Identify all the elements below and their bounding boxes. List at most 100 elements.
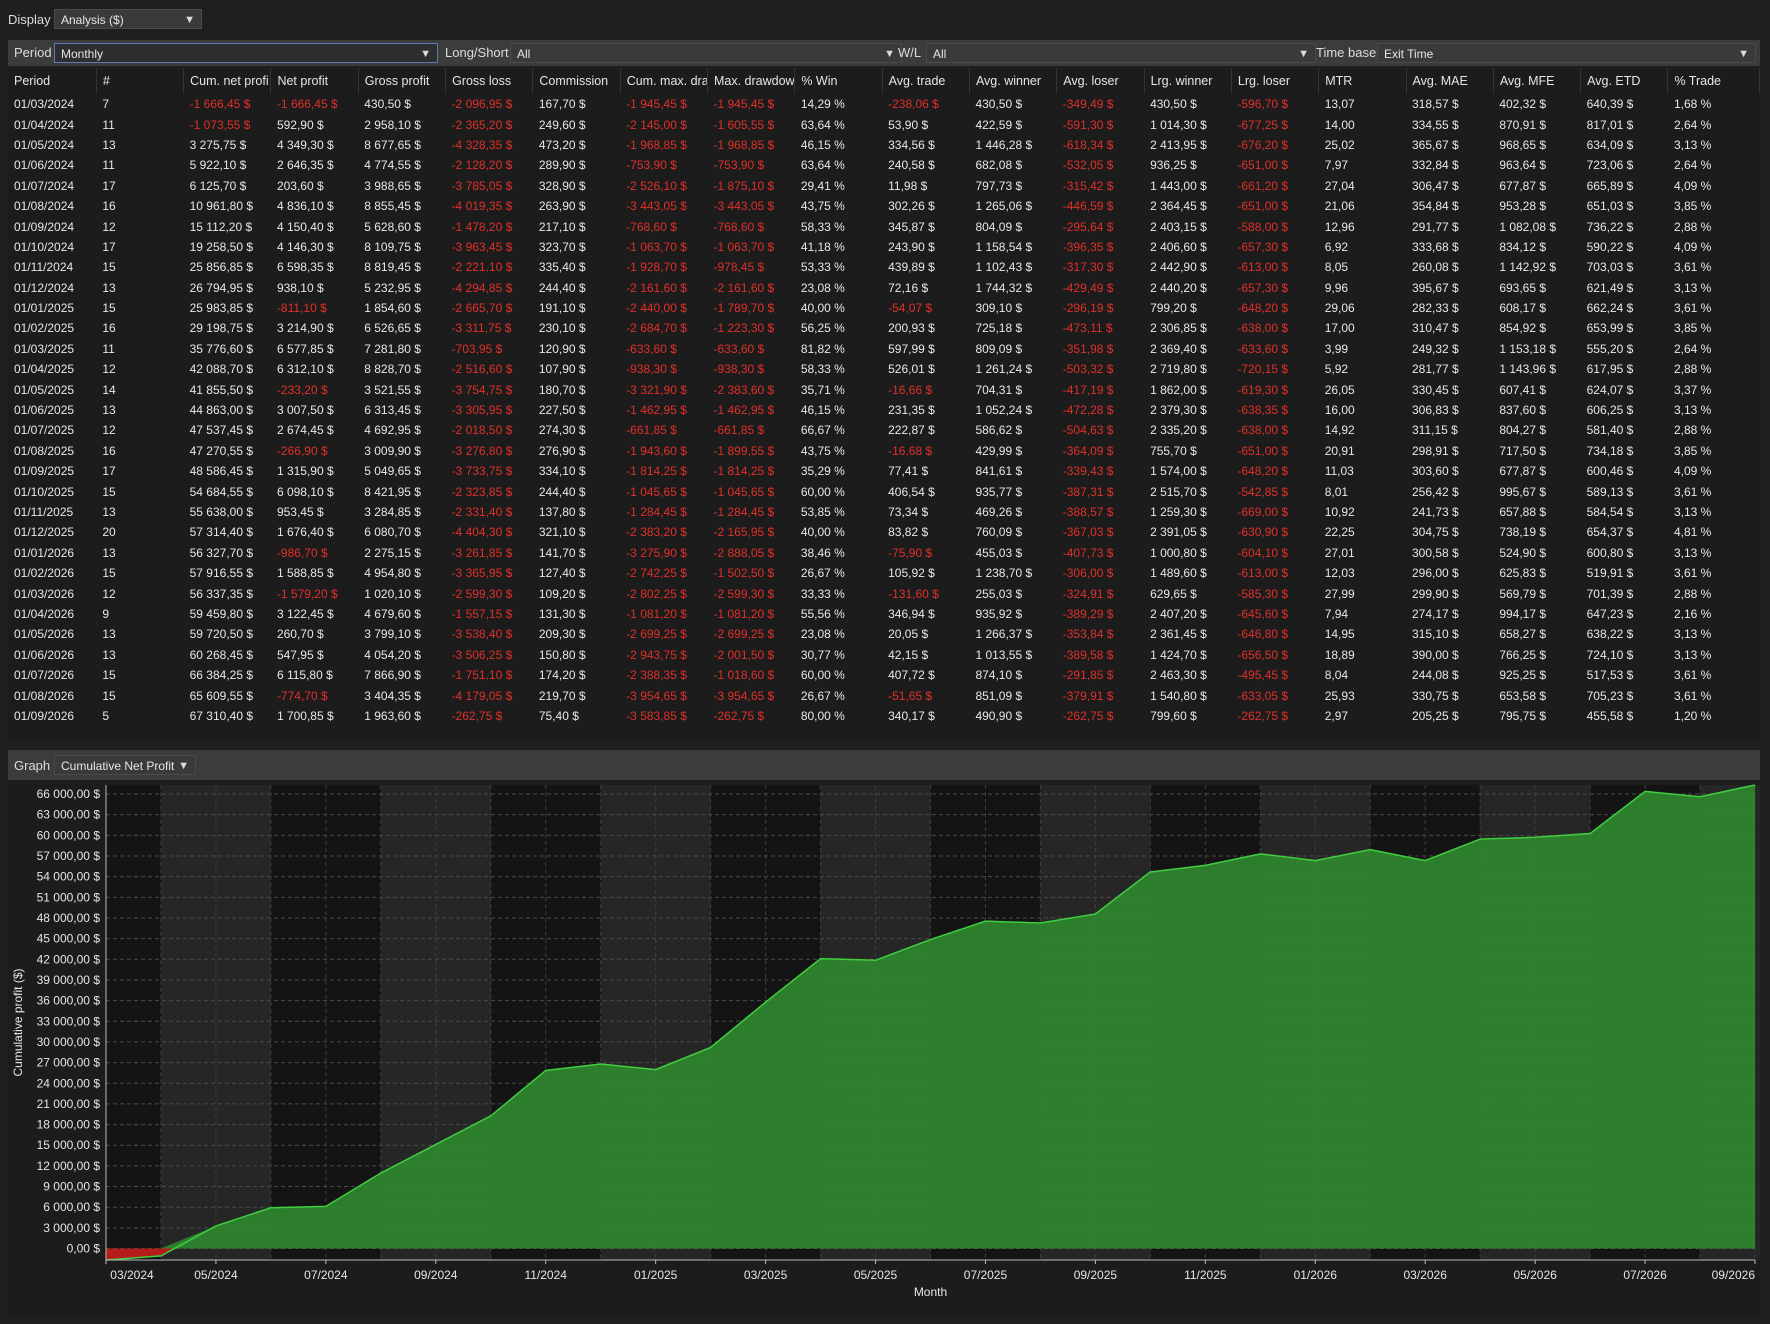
table-row[interactable]: 01/10/2024 17 19 258,50 $ 4 146,30 $ 8 109,7… bbox=[8, 237, 1760, 257]
table-cell: 6 080,70 $ bbox=[364, 525, 421, 540]
graph-type-dropdown[interactable]: Cumulative Net Profit ▼ bbox=[54, 755, 196, 775]
table-cell: 274,30 $ bbox=[538, 423, 586, 438]
table-cell: 9,96 bbox=[1324, 280, 1349, 295]
table-cell: -657,30 $ bbox=[1237, 239, 1289, 254]
table-cell: 243,90 $ bbox=[888, 239, 935, 254]
table-row[interactable]: 01/07/2025 12 47 537,45 $ 2 674,45 $ 4 692,9… bbox=[8, 420, 1760, 440]
column-header[interactable]: Avg. MAE bbox=[1406, 68, 1494, 94]
column-header[interactable]: % Trade bbox=[1667, 68, 1760, 94]
table-cell: -1 605,55 $ bbox=[713, 117, 775, 132]
column-header[interactable]: Avg. winner bbox=[969, 68, 1058, 94]
table-cell: 18,89 bbox=[1324, 647, 1355, 662]
column-header[interactable]: MTR bbox=[1318, 68, 1407, 94]
table-row[interactable]: 01/05/2026 13 59 720,50 $ 260,70 $ 3 799,10 … bbox=[8, 624, 1760, 644]
table-row[interactable]: 01/06/2025 13 44 863,00 $ 3 007,50 $ 6 313,4… bbox=[8, 400, 1760, 420]
y-tick-label: 57 000,00 $ bbox=[37, 849, 101, 863]
table-cell: 15 bbox=[102, 484, 116, 499]
table-cell: 5 232,95 $ bbox=[364, 280, 421, 295]
table-cell: 306,47 $ bbox=[1412, 178, 1459, 193]
table-cell: -677,25 $ bbox=[1237, 117, 1289, 132]
table-cell: 430,50 $ bbox=[1150, 97, 1197, 112]
table-cell: 519,91 $ bbox=[1586, 566, 1634, 581]
table-cell: 256,42 $ bbox=[1412, 484, 1459, 499]
table-cell: 11 bbox=[102, 158, 115, 173]
column-header[interactable]: Net profit bbox=[270, 68, 359, 94]
table-cell: -638,00 $ bbox=[1237, 423, 1289, 438]
table-cell: -1 814,25 $ bbox=[626, 464, 687, 479]
table-row[interactable]: 01/09/2024 12 15 112,20 $ 4 150,40 $ 5 628,6… bbox=[8, 216, 1760, 236]
column-header[interactable]: Cum. max. dra bbox=[620, 68, 709, 94]
table-row[interactable]: 01/01/2026 13 56 327,70 $ -986,70 $ 2 275,15… bbox=[8, 543, 1760, 563]
chevron-down-icon: ▼ bbox=[1298, 48, 1309, 60]
column-header[interactable]: Commission bbox=[532, 68, 621, 94]
column-header[interactable]: Gross profit bbox=[358, 68, 447, 94]
column-header[interactable]: Avg. ETD bbox=[1580, 68, 1669, 94]
column-header[interactable]: Lrg. winner bbox=[1144, 68, 1232, 94]
graph-label: Graph bbox=[14, 758, 51, 773]
table-row[interactable]: 01/04/2026 9 59 459,80 $ 3 122,45 $ 4 679,60… bbox=[8, 604, 1760, 624]
table-row[interactable]: 01/08/2026 15 65 609,55 $ -774,70 $ 3 404,35… bbox=[8, 685, 1760, 705]
table-row[interactable]: 01/07/2024 17 6 125,70 $ 203,60 $ 3 988,65 $… bbox=[8, 176, 1760, 196]
table-row[interactable]: 01/08/2025 16 47 270,55 $ -266,90 $ 3 009,90… bbox=[8, 441, 1760, 461]
column-header[interactable]: Period bbox=[8, 68, 97, 94]
column-header[interactable]: Cum. net profi bbox=[183, 68, 272, 94]
table-row[interactable]: 01/04/2025 12 42 088,70 $ 6 312,10 $ 8 828,7… bbox=[8, 359, 1760, 379]
table-cell: 662,24 $ bbox=[1586, 301, 1634, 316]
table-cell: -633,60 $ bbox=[626, 341, 677, 356]
table-row[interactable]: 01/09/2025 17 48 586,45 $ 1 315,90 $ 5 049,6… bbox=[8, 461, 1760, 481]
table-row[interactable]: 01/11/2024 15 25 856,85 $ 6 598,35 $ 8 819,4… bbox=[8, 257, 1760, 277]
y-tick-label: 0,00 $ bbox=[67, 1242, 101, 1256]
table-row[interactable]: 01/12/2025 20 57 314,40 $ 1 676,40 $ 6 080,7… bbox=[8, 522, 1760, 542]
table-row[interactable]: 01/12/2024 13 26 794,95 $ 938,10 $ 5 232,95 … bbox=[8, 278, 1760, 298]
column-header[interactable]: # bbox=[96, 68, 185, 94]
column-header[interactable]: Avg. trade bbox=[882, 68, 970, 94]
table-cell: 29,06 bbox=[1324, 301, 1355, 316]
table-row[interactable]: 01/03/2025 11 35 776,60 $ 6 577,85 $ 7 281,8… bbox=[8, 339, 1760, 359]
table-row[interactable]: 01/03/2026 12 56 337,35 $ -1 579,20 $ 1 020,… bbox=[8, 583, 1760, 603]
table-cell: -542,85 $ bbox=[1237, 484, 1289, 499]
table-cell: -661,20 $ bbox=[1237, 178, 1289, 193]
column-header[interactable]: Gross loss bbox=[445, 68, 534, 94]
table-cell: 9 bbox=[102, 606, 109, 621]
long-short-dropdown[interactable]: All ▼ bbox=[510, 43, 902, 63]
table-cell: 3,13 % bbox=[1673, 137, 1712, 152]
table-row[interactable]: 01/10/2025 15 54 684,55 $ 6 098,10 $ 8 421,9… bbox=[8, 481, 1760, 501]
column-header[interactable]: % Win bbox=[794, 68, 883, 94]
table-row[interactable]: 01/06/2024 11 5 922,10 $ 2 646,35 $ 4 774,55… bbox=[8, 155, 1760, 175]
column-header[interactable]: Max. drawdow bbox=[707, 68, 796, 94]
table-row[interactable]: 01/05/2024 13 3 275,75 $ 4 349,30 $ 8 677,65… bbox=[8, 135, 1760, 155]
table-cell: 624,07 $ bbox=[1586, 382, 1634, 397]
table-row[interactable]: 01/05/2025 14 41 855,50 $ -233,20 $ 3 521,55… bbox=[8, 379, 1760, 399]
table-row[interactable]: 01/07/2026 15 66 384,25 $ 6 115,80 $ 7 866,9… bbox=[8, 665, 1760, 685]
table-row[interactable]: 01/02/2026 15 57 916,55 $ 1 588,85 $ 4 954,8… bbox=[8, 563, 1760, 583]
table-cell: -651,00 $ bbox=[1237, 199, 1289, 214]
column-header[interactable]: Avg. MFE bbox=[1493, 68, 1582, 94]
table-row[interactable]: 01/04/2024 11 -1 073,55 $ 592,90 $ 2 958,10 … bbox=[8, 114, 1760, 134]
table-cell: 677,87 $ bbox=[1499, 464, 1547, 479]
table-cell: -504,63 $ bbox=[1062, 423, 1114, 438]
table-row[interactable]: 01/06/2026 13 60 268,45 $ 547,95 $ 4 054,20 … bbox=[8, 645, 1760, 665]
table-row[interactable]: 01/11/2025 13 55 638,00 $ 953,45 $ 3 284,85 … bbox=[8, 502, 1760, 522]
table-cell: 724,10 $ bbox=[1586, 647, 1634, 662]
table-row[interactable]: 01/09/2026 5 67 310,40 $ 1 700,85 $ 1 963,60… bbox=[8, 706, 1760, 726]
table-cell: 01/01/2026 bbox=[14, 545, 75, 560]
column-header[interactable]: Avg. loser bbox=[1056, 68, 1145, 94]
table-cell: 289,90 $ bbox=[538, 158, 586, 173]
display-dropdown[interactable]: Analysis ($) ▼ bbox=[54, 9, 202, 29]
table-cell: -753,90 $ bbox=[713, 158, 765, 173]
table-row[interactable]: 01/01/2025 15 25 983,85 $ -811,10 $ 1 854,60… bbox=[8, 298, 1760, 318]
table-cell: 2,88 % bbox=[1673, 586, 1712, 601]
period-label: Period bbox=[14, 45, 52, 60]
table-row[interactable]: 01/02/2025 16 29 198,75 $ 3 214,90 $ 6 526,6… bbox=[8, 318, 1760, 338]
period-dropdown[interactable]: Monthly ▼ bbox=[54, 43, 438, 63]
table-cell: -379,91 $ bbox=[1062, 688, 1114, 703]
column-header[interactable]: Lrg. loser bbox=[1231, 68, 1320, 94]
table-cell: -296,19 $ bbox=[1062, 301, 1114, 316]
table-row[interactable]: 01/03/2024 7 -1 666,45 $ -1 666,45 $ 430,50 … bbox=[8, 94, 1760, 114]
table-cell: -618,34 $ bbox=[1062, 137, 1114, 152]
wl-dropdown[interactable]: All ▼ bbox=[926, 43, 1316, 63]
table-cell: 01/06/2026 bbox=[14, 647, 75, 662]
table-row[interactable]: 01/08/2024 16 10 961,80 $ 4 836,10 $ 8 855,4… bbox=[8, 196, 1760, 216]
time-base-dropdown[interactable]: Exit Time ▼ bbox=[1377, 43, 1756, 63]
table-cell: 13 bbox=[102, 403, 116, 418]
